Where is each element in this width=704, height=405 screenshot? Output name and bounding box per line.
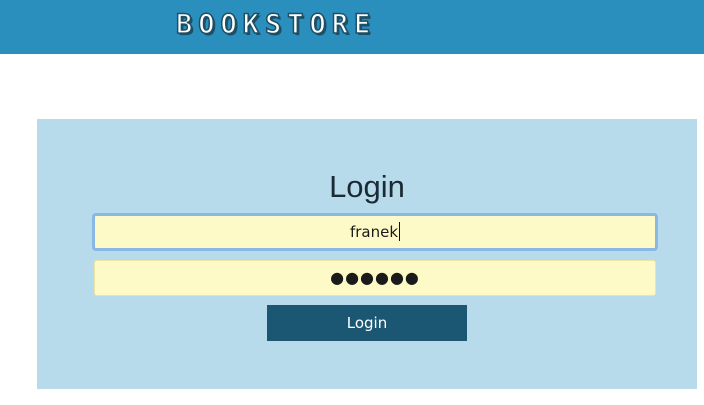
top-header: BOOKSTORE bbox=[0, 0, 704, 54]
login-title: Login bbox=[329, 169, 405, 204]
password-input[interactable]: ●●●●●● bbox=[94, 260, 656, 296]
bookstore-logo[interactable]: BOOKSTORE bbox=[175, 7, 376, 43]
username-input[interactable]: franek bbox=[92, 213, 658, 251]
text-caret bbox=[399, 221, 401, 241]
login-button[interactable]: Login bbox=[267, 305, 467, 341]
login-panel: Login franek ●●●●●● Login bbox=[37, 119, 697, 389]
username-value: franek bbox=[349, 223, 399, 241]
password-value: ●●●●●● bbox=[330, 268, 420, 287]
